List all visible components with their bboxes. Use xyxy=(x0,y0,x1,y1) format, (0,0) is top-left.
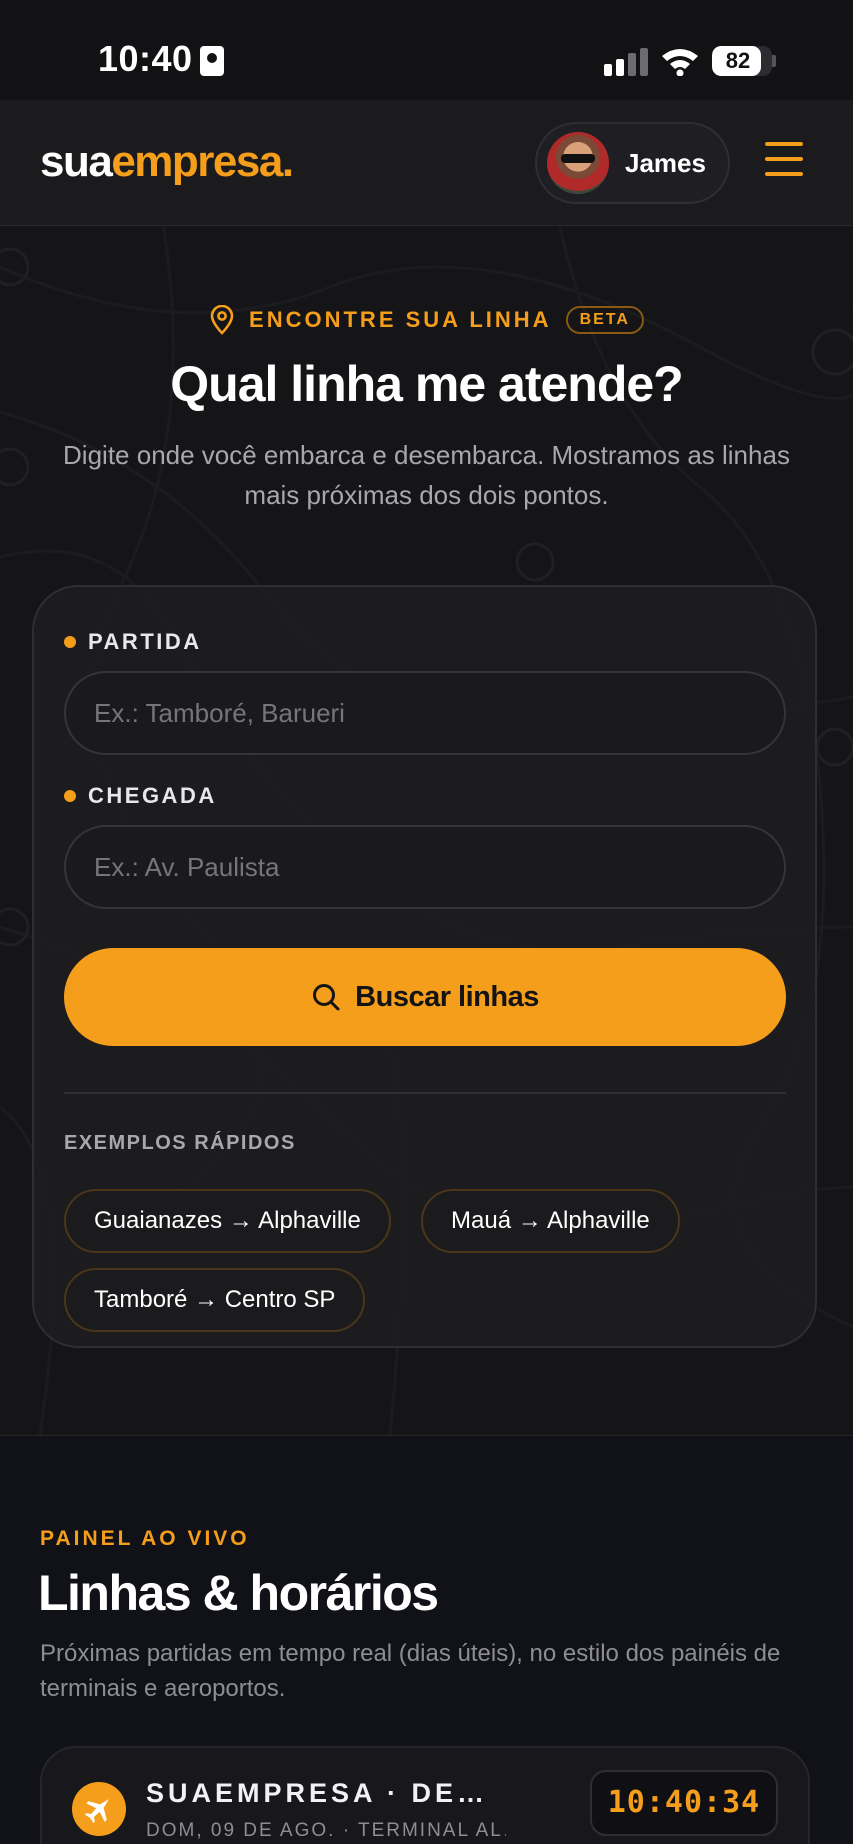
board-title: SUAEMPRESA · DE… xyxy=(146,1778,489,1808)
hamburger-menu-icon[interactable] xyxy=(765,142,803,176)
section-subtitle: Próximas partidas em tempo real (dias út… xyxy=(40,1640,781,1702)
wifi-icon xyxy=(662,49,698,76)
app-header: suaempresa. James xyxy=(0,100,853,226)
search-lines-button[interactable]: Buscar linhas xyxy=(64,948,786,1046)
example-chip[interactable]: Tamboré → Centro SP xyxy=(64,1268,366,1332)
quick-examples-label: EXEMPLOS RÁPIDOS xyxy=(64,1132,296,1154)
example-chip[interactable]: Mauá → Alphaville xyxy=(421,1189,680,1253)
live-departures-section: PAINEL AO VIVO Linhas & horários Próxima… xyxy=(0,1435,853,1844)
section-eyebrow: PAINEL AO VIVO xyxy=(40,1527,250,1550)
departure-dot-icon xyxy=(64,636,76,648)
section-eyebrow: ENCONTRE SUA LINHA xyxy=(249,307,552,332)
arrival-dot-icon xyxy=(64,790,76,802)
search-icon xyxy=(313,984,340,1011)
contact-card-icon xyxy=(200,46,224,76)
departure-label-text: PARTIDA xyxy=(88,629,202,654)
cellular-signal-icon xyxy=(604,48,648,76)
avatar xyxy=(547,132,609,194)
battery-level: 82 xyxy=(725,48,751,73)
departure-label: PARTIDA xyxy=(64,629,202,655)
board-meta: DOM, 09 DE AGO. · TERMINAL AL… xyxy=(146,1820,506,1841)
departure-board-card[interactable]: SUAEMPRESA · DE… DOM, 09 DE AGO. · TERMI… xyxy=(40,1746,810,1844)
page-subtitle: Digite onde você embarca e desembarca. M… xyxy=(63,440,790,510)
battery-icon: 82 xyxy=(712,46,772,76)
line-finder-section: ENCONTRE SUA LINHA BETA Qual linha me at… xyxy=(0,227,853,1435)
logo-text-primary: sua xyxy=(40,137,113,186)
arrival-label-text: CHEGADA xyxy=(88,783,217,808)
user-menu-button[interactable]: James xyxy=(535,122,730,204)
logo-text-accent: empresa. xyxy=(111,137,294,186)
company-logo[interactable]: suaempresa. xyxy=(40,134,294,190)
departure-input[interactable] xyxy=(64,671,786,755)
map-pin-icon xyxy=(210,305,234,335)
user-name: James xyxy=(625,148,706,178)
search-card: PARTIDA CHEGADA Buscar linhas EXEMPLOS R… xyxy=(32,585,817,1348)
example-chip[interactable]: Guaianazes → Alphaville xyxy=(64,1189,391,1253)
search-button-label: Buscar linhas xyxy=(355,980,539,1013)
arrival-input[interactable] xyxy=(64,825,786,909)
divider xyxy=(64,1092,786,1094)
status-bar: 10:40 82 xyxy=(0,0,853,100)
beta-badge: BETA xyxy=(565,306,644,334)
live-clock: 10:40:34 xyxy=(590,1770,778,1836)
status-time: 10:40 xyxy=(98,38,193,79)
airplane-icon xyxy=(72,1782,126,1836)
page-title: Qual linha me atende? xyxy=(170,356,683,412)
arrival-label: CHEGADA xyxy=(64,783,217,809)
section-title: Linhas & horários xyxy=(38,1565,439,1621)
